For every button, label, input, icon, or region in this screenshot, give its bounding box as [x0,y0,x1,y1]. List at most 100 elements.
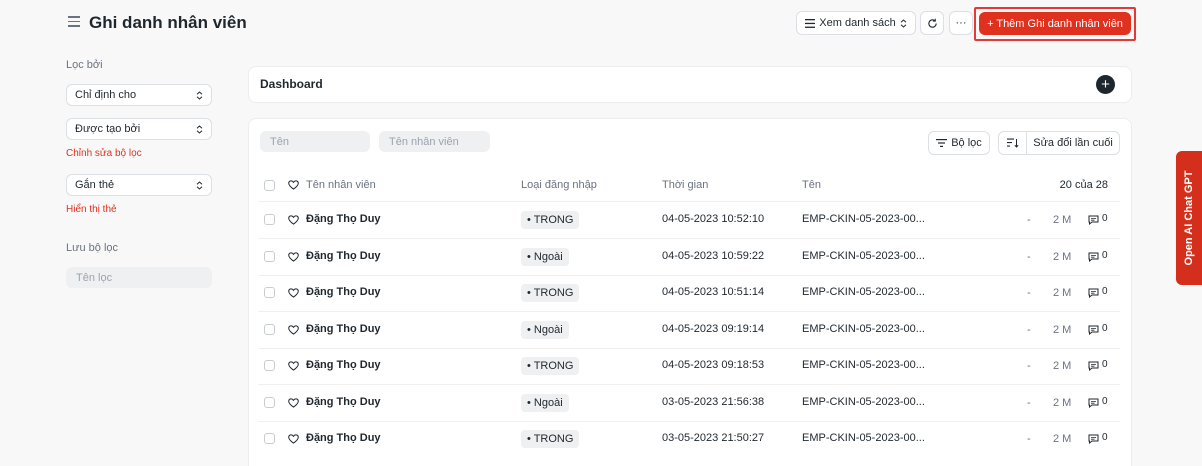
created-by-label: Được tạo bởi [75,123,141,135]
open-ai-chat-tab[interactable]: Open AI Chat GPT [1176,151,1202,285]
row-checkbox[interactable] [264,214,275,225]
table-row[interactable]: Đặng Thọ Duy • TRONG 04-05-2023 10:52:10 EM… [0,202,1202,238]
time-cell: 04-05-2023 10:59:22 [662,250,765,262]
created-by-select[interactable]: Được tạo bởi [66,118,212,140]
chevron-updown-icon [196,90,203,100]
modified-cell: 2 M [1053,433,1072,445]
row-checkbox[interactable] [264,360,275,371]
refresh-button[interactable] [920,11,944,35]
time-cell: 03-05-2023 21:50:27 [662,432,765,444]
modified-cell: 2 M [1053,287,1072,299]
col-log-type[interactable]: Loại đăng nhập [521,179,597,191]
assigned-to-select[interactable]: Chỉ định cho [66,84,212,106]
modified-cell: 2 M [1053,397,1072,409]
row-checkbox[interactable] [264,324,275,335]
employee-name[interactable]: Đặng Thọ Duy [306,323,381,335]
employee-name-filter-input[interactable]: Tên nhân viên [379,131,490,152]
comment-count: 0 [1102,250,1108,261]
log-type-badge: • TRONG [521,211,580,229]
heart-icon[interactable] [288,325,299,335]
heart-icon[interactable] [288,215,299,225]
heart-icon[interactable] [288,288,299,298]
col-employee-name[interactable]: Tên nhân viên [306,179,376,191]
comment-count: 0 [1102,432,1108,443]
dashboard-title: Dashboard [260,77,323,91]
comment-icon [1088,252,1099,262]
name-cell: EMP-CKIN-05-2023-00... [802,323,925,335]
comment-count: 0 [1102,286,1108,297]
tags-select[interactable]: Gắn thẻ [66,174,212,196]
comment-count: 0 [1102,323,1108,334]
open-ai-chat-label: Open AI Chat GPT [1183,170,1195,266]
table-row[interactable]: Đặng Thọ Duy • Ngoài 03-05-2023 21:56:38 EM… [0,385,1202,421]
table-row[interactable]: Đặng Thọ Duy • Ngoài 04-05-2023 10:59:22 EM… [0,239,1202,275]
dash-cell: - [1027,433,1031,445]
name-filter-input[interactable]: Tên [260,131,370,152]
comment-count: 0 [1102,396,1108,407]
sort-selector[interactable]: Sửa đổi lần cuối [998,131,1120,155]
tags-label: Gắn thẻ [75,179,115,191]
log-type-badge: • TRONG [521,430,580,448]
filter-button[interactable]: Bộ lọc [928,131,990,155]
dashboard-card[interactable] [248,66,1132,103]
time-cell: 04-05-2023 10:51:14 [662,286,765,298]
heart-icon[interactable] [288,361,299,371]
comment-count: 0 [1102,359,1108,370]
table-row[interactable]: Đặng Thọ Duy • TRONG 03-05-2023 21:50:27 EM… [0,421,1202,457]
sort-order-button[interactable] [999,132,1027,154]
comment-icon [1088,288,1099,298]
add-employee-checkin-button[interactable]: + Thêm Ghi danh nhân viên [979,12,1131,35]
modified-cell: 2 M [1053,324,1072,336]
employee-name[interactable]: Đặng Thọ Duy [306,359,381,371]
employee-name[interactable]: Đặng Thọ Duy [306,432,381,444]
col-name[interactable]: Tên [802,179,821,191]
modified-cell: 2 M [1053,360,1072,372]
name-cell: EMP-CKIN-05-2023-00... [802,250,925,262]
log-type-badge: • Ngoài [521,394,569,412]
name-cell: EMP-CKIN-05-2023-00... [802,396,925,408]
select-all-checkbox[interactable] [264,180,275,191]
name-cell: EMP-CKIN-05-2023-00... [802,359,925,371]
log-type-badge: • TRONG [521,284,580,302]
filter-button-label: Bộ lọc [951,137,982,149]
row-checkbox[interactable] [264,251,275,262]
time-cell: 04-05-2023 09:18:53 [662,359,765,371]
menu-icon[interactable] [68,16,80,28]
view-list-button[interactable]: Xem danh sách [796,11,916,35]
edit-filters-link[interactable]: Chỉnh sửa bộ lọc [66,148,142,159]
employee-name[interactable]: Đặng Thọ Duy [306,250,381,262]
heart-icon[interactable] [288,398,299,408]
table-row[interactable]: Đặng Thọ Duy • Ngoài 04-05-2023 09:19:14 EM… [0,312,1202,348]
add-dashboard-icon[interactable]: + [1096,75,1115,94]
name-cell: EMP-CKIN-05-2023-00... [802,432,925,444]
list-icon [805,18,816,28]
page-title: Ghi danh nhân viên [89,13,247,32]
col-time[interactable]: Thời gian [662,179,708,191]
employee-name[interactable]: Đặng Thọ Duy [306,213,381,225]
employee-name[interactable]: Đặng Thọ Duy [306,286,381,298]
more-button[interactable]: ··· [949,11,973,35]
time-cell: 04-05-2023 10:52:10 [662,213,765,225]
name-cell: EMP-CKIN-05-2023-00... [802,213,925,225]
heart-icon[interactable] [288,252,299,262]
record-count: 20 của 28 [1059,179,1108,191]
table-row[interactable]: Đặng Thọ Duy • TRONG 04-05-2023 10:51:14 EM… [0,275,1202,311]
time-cell: 04-05-2023 09:19:14 [662,323,765,335]
filter-by-label: Lọc bởi [66,59,103,71]
row-checkbox[interactable] [264,397,275,408]
heart-icon[interactable] [288,434,299,444]
table-row[interactable]: Đặng Thọ Duy • TRONG 04-05-2023 09:18:53 EM… [0,348,1202,384]
heart-icon[interactable] [288,180,299,190]
sort-field-label[interactable]: Sửa đổi lần cuối [1027,137,1119,149]
chevron-updown-icon [196,180,203,190]
row-checkbox[interactable] [264,287,275,298]
dash-cell: - [1027,287,1031,299]
comment-icon [1088,325,1099,335]
refresh-icon [927,18,937,28]
time-cell: 03-05-2023 21:56:38 [662,396,765,408]
log-type-badge: • TRONG [521,357,580,375]
row-checkbox[interactable] [264,433,275,444]
employee-name[interactable]: Đặng Thọ Duy [306,396,381,408]
chevron-updown-icon [196,124,203,134]
chevron-updown-icon [900,18,907,28]
